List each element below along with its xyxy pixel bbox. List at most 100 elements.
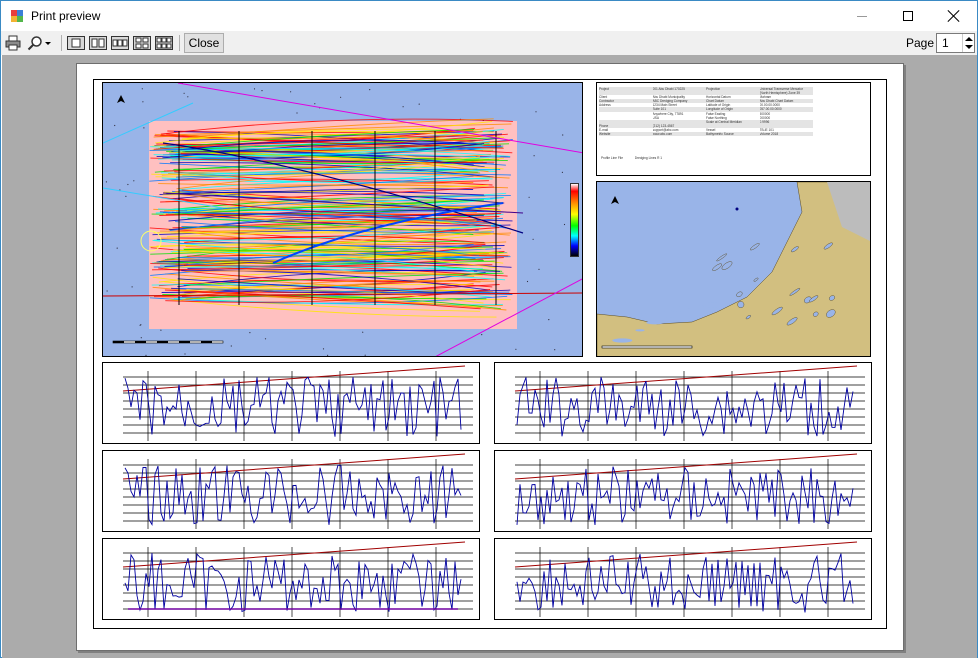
toolbar-separator (61, 35, 62, 51)
two-pages-button[interactable] (87, 33, 109, 53)
sounding-point (418, 103, 420, 105)
sounding-point (141, 88, 143, 90)
scale-bar-segment (157, 341, 168, 343)
printer-icon (5, 35, 21, 51)
info-row: Website www.abc.com Bathymetric Source Volu… (599, 132, 813, 137)
profile-plot-canvas (514, 365, 865, 441)
four-pages-button[interactable] (131, 33, 153, 53)
sounding-point (160, 329, 162, 331)
close-button[interactable]: Close (184, 33, 224, 53)
maximize-icon (903, 11, 913, 21)
maximize-button[interactable] (885, 1, 931, 31)
close-window-button[interactable] (931, 1, 977, 31)
close-icon (948, 10, 960, 22)
scale-bar-segment (179, 341, 190, 343)
profile-plot-canvas (514, 541, 865, 617)
design-line (122, 365, 466, 392)
lagoon (624, 301, 639, 306)
sounding-point (143, 127, 145, 129)
lagoon (659, 311, 679, 316)
depth-profile-line (516, 376, 854, 437)
page-number-input[interactable]: 1 (936, 33, 975, 53)
three-pages-icon (111, 36, 129, 50)
print-button[interactable] (4, 33, 22, 53)
sounding-point (526, 280, 529, 283)
overview-map-canvas (597, 182, 870, 356)
depth-profile-line (516, 553, 854, 613)
zoom-button[interactable] (24, 33, 56, 53)
sounding-point (187, 96, 189, 98)
sounding-point (249, 332, 251, 334)
sounding-point (364, 354, 366, 356)
sounding-point (106, 290, 108, 292)
toolbar: Close Page 1 (1, 31, 977, 55)
sounding-point (554, 349, 556, 351)
island (716, 253, 728, 262)
north-arrow-icon (611, 196, 619, 204)
sounding-point (139, 324, 141, 326)
sounding-point (131, 286, 133, 288)
sounding-point (253, 88, 256, 90)
print-preview-window: Print preview Close Page 1 Project 001 A… (0, 0, 978, 658)
sounding-point (561, 171, 563, 173)
project-info-box: Project 001 Abu Dhabi 170225 Projection Uni… (596, 82, 871, 176)
title-bar[interactable]: Print preview (1, 1, 977, 31)
window-title: Print preview (31, 9, 101, 23)
preview-area[interactable]: Project 001 Abu Dhabi 170225 Projection Uni… (2, 55, 977, 658)
sounding-point (562, 134, 564, 136)
scale-bar-segment (113, 341, 124, 343)
profile-plot (494, 538, 872, 620)
lagoon (635, 329, 645, 332)
sounding-point (114, 124, 116, 127)
preview-page: Project 001 Abu Dhabi 170225 Projection Uni… (76, 63, 904, 651)
profile-plot (102, 362, 480, 444)
scale-bar-segment (201, 341, 212, 343)
main-survey-map (102, 82, 583, 357)
sounding-point (145, 354, 147, 356)
sounding-point (369, 89, 371, 91)
lagoon (640, 313, 649, 316)
page-spinner[interactable] (962, 34, 974, 52)
profile-plot (494, 362, 872, 444)
profile-plot-canvas (122, 365, 473, 441)
info-cell: Website (599, 132, 611, 137)
two-pages-icon (89, 36, 107, 50)
six-pages-button[interactable] (153, 33, 175, 53)
page-number-value[interactable]: 1 (942, 36, 949, 50)
one-page-button[interactable] (65, 33, 87, 53)
profile-plot (102, 450, 480, 532)
info-cell: Volume 2018 (759, 132, 779, 137)
minimize-button[interactable] (839, 1, 885, 31)
island (753, 277, 759, 282)
lagoon (612, 338, 633, 343)
chevron-down-icon[interactable] (43, 35, 53, 51)
profile-line-file-label: Profile Line File (601, 156, 623, 160)
profile-plot-canvas (122, 541, 473, 617)
depth-color-legend (570, 183, 579, 257)
sounding-point (533, 155, 535, 157)
sounding-point (322, 348, 325, 350)
three-pages-button[interactable] (109, 33, 131, 53)
design-line (122, 541, 466, 568)
sounding-point (230, 345, 232, 347)
lagoon (646, 320, 664, 325)
sounding-point (481, 334, 483, 336)
overview-map (596, 181, 871, 357)
scale-bar-segment (135, 341, 146, 343)
spin-up-icon[interactable] (965, 37, 973, 41)
lagoon (669, 306, 690, 312)
sounding-point (327, 354, 329, 356)
profile-plot-canvas (514, 453, 865, 529)
north-arrow-icon (117, 95, 125, 103)
six-pages-icon (155, 36, 173, 50)
design-line (514, 541, 858, 568)
one-page-icon (67, 36, 85, 50)
magnifier-icon (27, 36, 42, 51)
sounding-point (183, 92, 185, 94)
spin-down-icon[interactable] (965, 45, 973, 49)
island (721, 261, 733, 270)
sounding-point (538, 268, 540, 270)
survey-location-marker (735, 207, 739, 211)
sounding-point (290, 91, 292, 93)
scale-bar (601, 345, 693, 349)
